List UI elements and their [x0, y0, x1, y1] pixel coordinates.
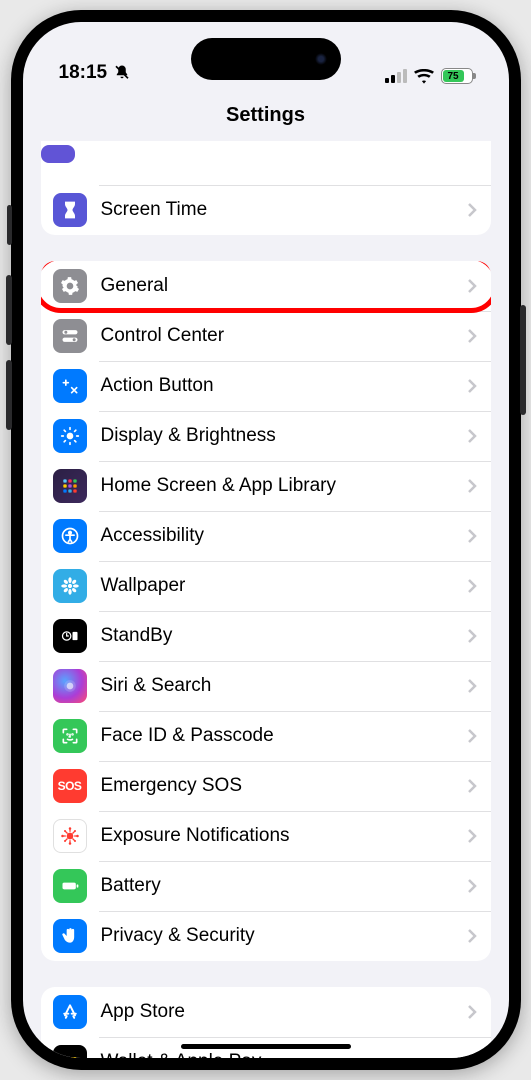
row-label: General — [101, 275, 467, 297]
settings-row-general[interactable]: General — [41, 261, 491, 311]
home-indicator[interactable] — [181, 1044, 351, 1049]
settings-row-face-id[interactable]: Face ID & Passcode — [41, 711, 491, 761]
chevron-right-icon — [467, 578, 477, 594]
row-label: Battery — [101, 875, 467, 897]
cellular-signal-icon — [385, 69, 407, 83]
settings-list[interactable]: Screen Time General Control Center — [23, 141, 509, 1058]
volume-up-button — [6, 275, 12, 345]
faceid-icon — [53, 719, 87, 753]
wifi-icon — [414, 69, 434, 84]
grid-icon — [53, 469, 87, 503]
chevron-right-icon — [467, 628, 477, 644]
chevron-right-icon — [467, 428, 477, 444]
row-label: Accessibility — [101, 525, 467, 547]
row-label: App Store — [101, 1001, 467, 1023]
virus-icon — [53, 819, 87, 853]
gear-icon — [53, 269, 87, 303]
page-title: Settings — [23, 92, 509, 141]
settings-row-emergency-sos[interactable]: SOS Emergency SOS — [41, 761, 491, 811]
settings-row-privacy[interactable]: Privacy & Security — [41, 911, 491, 961]
sun-icon — [53, 419, 87, 453]
row-label: Wallpaper — [101, 575, 467, 597]
mute-switch — [7, 205, 12, 245]
settings-row-siri-search[interactable]: Siri & Search — [41, 661, 491, 711]
status-time: 18:15 — [59, 62, 108, 84]
row-label: Face ID & Passcode — [101, 725, 467, 747]
settings-row-app-store[interactable]: App Store — [41, 987, 491, 1037]
settings-row-exposure[interactable]: Exposure Notifications — [41, 811, 491, 861]
row-label: Control Center — [101, 325, 467, 347]
appstore-icon — [53, 995, 87, 1029]
screen: 18:15 75 Settings — [23, 22, 509, 1058]
chevron-right-icon — [467, 678, 477, 694]
row-label: Exposure Notifications — [101, 825, 467, 847]
cube-icon — [41, 145, 75, 163]
person-circle-icon — [53, 519, 87, 553]
silent-mode-icon — [113, 64, 131, 82]
wallet-icon — [53, 1045, 87, 1058]
chevron-right-icon — [467, 528, 477, 544]
row-label: Privacy & Security — [101, 925, 467, 947]
iphone-frame: 18:15 75 Settings — [11, 10, 521, 1070]
chevron-right-icon — [467, 878, 477, 894]
settings-row-control-center[interactable]: Control Center — [41, 311, 491, 361]
row-label: Wallet & Apple Pay — [101, 1051, 467, 1058]
chevron-right-icon — [467, 328, 477, 344]
chevron-right-icon — [467, 378, 477, 394]
hand-icon — [53, 919, 87, 953]
settings-row-standby[interactable]: StandBy — [41, 611, 491, 661]
chevron-right-icon — [467, 202, 477, 218]
battery-fill: 75 — [443, 70, 464, 82]
settings-row-action-button[interactable]: Action Button — [41, 361, 491, 411]
row-label: Action Button — [101, 375, 467, 397]
row-label: StandBy — [101, 625, 467, 647]
settings-group-main: General Control Center Action Button Dis… — [41, 261, 491, 961]
settings-row-accessibility[interactable]: Accessibility — [41, 511, 491, 561]
dynamic-island — [191, 38, 341, 80]
chevron-right-icon — [467, 478, 477, 494]
row-label: Home Screen & App Library — [101, 475, 467, 497]
switches-icon — [53, 319, 87, 353]
row-label: Siri & Search — [101, 675, 467, 697]
row-label: Emergency SOS — [101, 775, 467, 797]
row-label: Display & Brightness — [101, 425, 467, 447]
battery-indicator: 75 — [441, 68, 473, 84]
settings-group-screen-time: Screen Time — [41, 141, 491, 235]
chevron-right-icon — [467, 728, 477, 744]
siri-icon — [53, 669, 87, 703]
settings-row-wallpaper[interactable]: Wallpaper — [41, 561, 491, 611]
settings-row-partial[interactable] — [41, 141, 491, 185]
action-button-icon — [53, 369, 87, 403]
battery-full-icon — [53, 869, 87, 903]
sos-icon: SOS — [53, 769, 87, 803]
chevron-right-icon — [467, 1054, 477, 1058]
chevron-right-icon — [467, 278, 477, 294]
clock-icon — [53, 619, 87, 653]
chevron-right-icon — [467, 828, 477, 844]
chevron-right-icon — [467, 778, 477, 794]
settings-row-display-brightness[interactable]: Display & Brightness — [41, 411, 491, 461]
settings-row-home-screen[interactable]: Home Screen & App Library — [41, 461, 491, 511]
row-label: Screen Time — [101, 199, 467, 221]
flower-icon — [53, 569, 87, 603]
hourglass-icon — [53, 193, 87, 227]
volume-down-button — [6, 360, 12, 430]
chevron-right-icon — [467, 928, 477, 944]
power-button — [520, 305, 526, 415]
settings-row-screen-time[interactable]: Screen Time — [41, 185, 491, 235]
settings-row-battery[interactable]: Battery — [41, 861, 491, 911]
chevron-right-icon — [467, 1004, 477, 1020]
